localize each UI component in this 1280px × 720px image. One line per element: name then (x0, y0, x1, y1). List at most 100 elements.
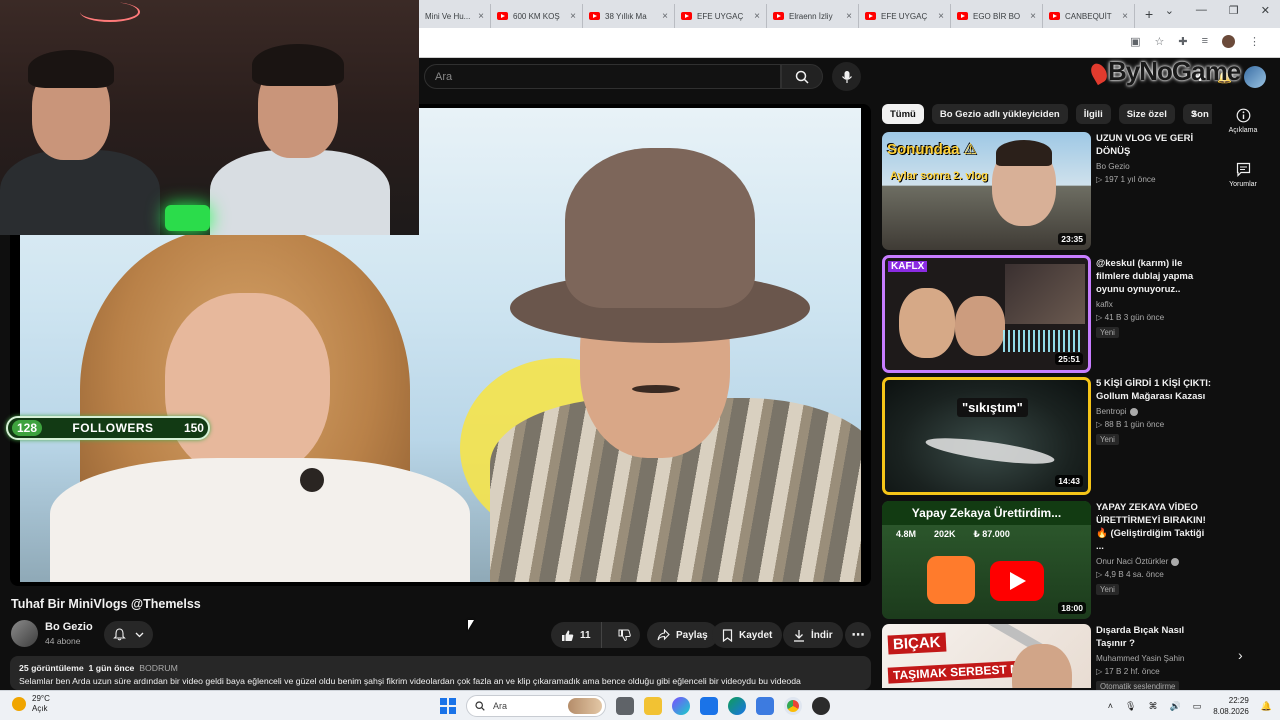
minimize-icon[interactable]: — (1196, 4, 1207, 17)
browser-tab[interactable]: 38 Yıllık Ma × (583, 4, 675, 28)
cast-icon[interactable]: ▣ (1130, 35, 1140, 48)
chip-all[interactable]: Tümü (882, 104, 924, 124)
browser-tab[interactable]: EFE UYGAÇ × (859, 4, 951, 28)
volume-icon[interactable]: 🔊 (1169, 701, 1180, 712)
chip-for-you[interactable]: Size özel (1118, 104, 1175, 124)
chevron-down-icon[interactable]: ⌄ (1165, 4, 1174, 17)
mustache (632, 385, 680, 393)
chevron-right-icon[interactable]: › (1192, 104, 1197, 120)
chip-from-uploader[interactable]: Bo Gezio adlı yükleyiciden (931, 104, 1068, 124)
browser-tab[interactable]: Elraenn İzliy × (767, 4, 859, 28)
voice-search-button[interactable] (832, 62, 861, 91)
recommendation-title[interactable]: @keskul (karım) ile filmlere dublaj yapm… (1096, 257, 1214, 296)
recommendation-title[interactable]: 5 KİŞİ GİRDİ 1 KİŞİ ÇIKTI: Gollum Mağara… (1096, 377, 1214, 403)
search-input[interactable]: Ara (424, 64, 781, 89)
like-button[interactable]: 11 (551, 622, 602, 648)
video-thumbnail[interactable]: "sıkıştım" 14:43 (882, 377, 1091, 495)
chip-recent[interactable]: Son (1182, 104, 1212, 124)
microphone-icon[interactable]: 🎙 (1125, 701, 1136, 712)
star-icon[interactable]: ☆ (1154, 35, 1164, 48)
browser-tab[interactable]: Mini Ve Hu... × (419, 4, 491, 28)
media-icon[interactable]: ≡ (1202, 35, 1208, 48)
video-thumbnail[interactable]: Sonundaa ⚠ Aylar sonra 2. vlog 23:35 (882, 132, 1091, 250)
profile-avatar[interactable] (1222, 35, 1235, 48)
recommendation-channel[interactable]: Bo Gezio (1096, 162, 1214, 171)
recommendation-item[interactable]: Yapay Zekaya Ürettirdim... 4.8M 202K ₺ 8… (882, 501, 1212, 619)
file-explorer-icon[interactable] (644, 697, 662, 715)
copilot-icon[interactable] (672, 697, 690, 715)
recommendation-channel[interactable]: Bentropi (1096, 407, 1214, 416)
recommendation-item[interactable]: "sıkıştım" 14:43 5 KİŞİ GİRDİ 1 KİŞİ ÇIK… (882, 377, 1212, 495)
new-badge: Yeni (1096, 434, 1119, 445)
edge-icon[interactable] (728, 697, 746, 715)
clock[interactable]: 22:29 8.08.2026 (1213, 695, 1249, 717)
recommendation-channel[interactable]: kaflx (1096, 300, 1214, 309)
obs-icon[interactable] (812, 697, 830, 715)
close-icon[interactable]: × (478, 11, 484, 22)
battery-icon[interactable]: ▭ (1193, 701, 1202, 712)
hat-crown (565, 148, 755, 308)
close-icon[interactable]: × (1030, 11, 1036, 22)
windows-start-icon[interactable] (440, 698, 456, 714)
search-button[interactable] (781, 64, 823, 89)
chevron-up-icon[interactable]: ˄ (1108, 701, 1113, 711)
save-button[interactable]: Kaydet (712, 622, 783, 648)
chrome-icon[interactable] (784, 697, 802, 715)
weather-widget[interactable]: 29°C Açık (12, 694, 50, 714)
mail-icon[interactable] (756, 697, 774, 715)
video-thumbnail[interactable]: KAFLX 25:51 (882, 255, 1091, 373)
youtube-logo-icon (990, 561, 1044, 601)
video-duration: 14:43 (1055, 475, 1083, 487)
browser-tab[interactable]: 600 KM KOŞ × (491, 4, 583, 28)
dislike-button[interactable] (608, 622, 641, 648)
recommendation-channel[interactable]: Onur Naci Öztürkler (1096, 557, 1214, 566)
recommendation-channel[interactable]: Muhammed Yasin Şahin (1096, 654, 1214, 663)
extensions-icon[interactable]: ✚ (1178, 35, 1187, 48)
taskbar-search[interactable]: Ara (466, 695, 606, 717)
browser-tab[interactable]: EGO BİR BO × (951, 4, 1043, 28)
close-icon[interactable]: × (570, 11, 576, 22)
restore-icon[interactable]: ❐ (1229, 4, 1239, 17)
comments-shortcut[interactable]: Yorumlar (1220, 162, 1266, 188)
tab-title: EFE UYGAÇ (697, 11, 744, 21)
channel-avatar[interactable] (11, 620, 38, 647)
chip-related[interactable]: İlgili (1075, 104, 1111, 124)
verified-icon (1171, 557, 1180, 566)
download-button[interactable]: İndir (783, 622, 843, 648)
close-icon[interactable]: × (754, 11, 760, 22)
close-icon[interactable]: × (938, 11, 944, 22)
network-icon[interactable]: ⌘ (1148, 701, 1157, 712)
description-box[interactable]: 25 görüntüleme 1 gün önce BODRUM Selamla… (10, 656, 871, 690)
tab-title: CANBEQUİT (1065, 11, 1112, 21)
description-shortcut[interactable]: Açıklama (1220, 108, 1266, 134)
menu-icon[interactable]: ⋮ (1249, 35, 1260, 48)
notification-bell-icon[interactable]: 🔔 (1261, 701, 1272, 712)
recommendation-title[interactable]: Dışarda Bıçak Nasıl Taşınır ? (1096, 624, 1214, 650)
task-view-icon[interactable] (616, 697, 634, 715)
browser-tab[interactable]: EFE UYGAÇ × (675, 4, 767, 28)
recommendation-title[interactable]: UZUN VLOG VE GERİ DÖNÜŞ (1096, 132, 1214, 158)
close-icon[interactable]: × (846, 11, 852, 22)
tab-title: 600 KM KOŞ (513, 11, 560, 21)
recommendation-item[interactable]: Sonundaa ⚠ Aylar sonra 2. vlog 23:35 UZU… (882, 132, 1212, 250)
store-icon[interactable] (700, 697, 718, 715)
close-icon[interactable]: × (1122, 11, 1128, 22)
close-icon[interactable]: × (662, 11, 668, 22)
chevron-right-icon[interactable]: › (1238, 647, 1243, 663)
channel-name[interactable]: Bo Gezio (45, 621, 93, 633)
close-window-icon[interactable]: ✕ (1261, 4, 1270, 17)
recommendation-item[interactable]: BIÇAK TAŞIMAK SERBEST Mİ Dışarda Bıçak N… (882, 624, 1214, 692)
more-actions-button[interactable]: ⋯ (845, 622, 871, 648)
subscription-bell-button[interactable] (104, 621, 153, 648)
youtube-icon (681, 12, 692, 20)
video-thumbnail[interactable]: Yapay Zekaya Ürettirdim... 4.8M 202K ₺ 8… (882, 501, 1091, 619)
video-thumbnail[interactable]: BIÇAK TAŞIMAK SERBEST Mİ (882, 624, 1091, 688)
share-button[interactable]: Paylaş (647, 622, 718, 648)
recommendation-item[interactable]: KAFLX 25:51 @keskul (karım) ile filmlere… (882, 255, 1212, 373)
location-tag[interactable]: BODRUM (139, 663, 178, 673)
recommendation-title[interactable]: YAPAY ZEKAYA VİDEO ÜRETTİRMEYİ BIRAKIN! … (1096, 501, 1214, 553)
weather-condition: Açık (32, 704, 48, 713)
new-tab-button[interactable]: + (1145, 6, 1153, 22)
browser-tab[interactable]: CANBEQUİT × (1043, 4, 1135, 28)
account-avatar[interactable] (1244, 66, 1266, 88)
